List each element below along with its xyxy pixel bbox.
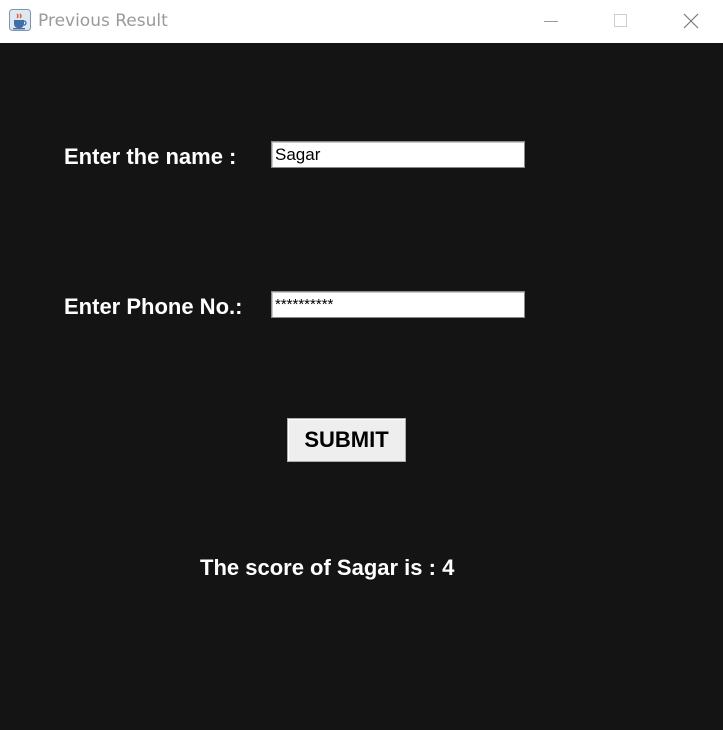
maximize-button[interactable] — [597, 0, 643, 43]
maximize-icon — [614, 14, 627, 27]
minimize-button[interactable] — [528, 0, 574, 43]
name-input[interactable]: Sagar — [271, 141, 525, 168]
application-window: Previous Result Enter the name : Sagar E… — [0, 0, 723, 730]
close-icon — [683, 13, 699, 29]
phone-password-input[interactable]: ********** — [271, 291, 525, 318]
score-result-text: The score of Sagar is : 4 — [200, 555, 455, 580]
minimize-icon — [544, 21, 558, 22]
java-cup-icon — [9, 9, 31, 31]
form-panel: Enter the name : Sagar Enter Phone No.: … — [0, 43, 723, 730]
name-label: Enter the name : — [64, 144, 237, 169]
phone-label: Enter Phone No.: — [64, 294, 243, 319]
submit-button[interactable]: SUBMIT — [287, 418, 406, 462]
title-bar: Previous Result — [0, 0, 723, 43]
window-title: Previous Result — [38, 11, 168, 31]
close-button[interactable] — [668, 0, 714, 43]
